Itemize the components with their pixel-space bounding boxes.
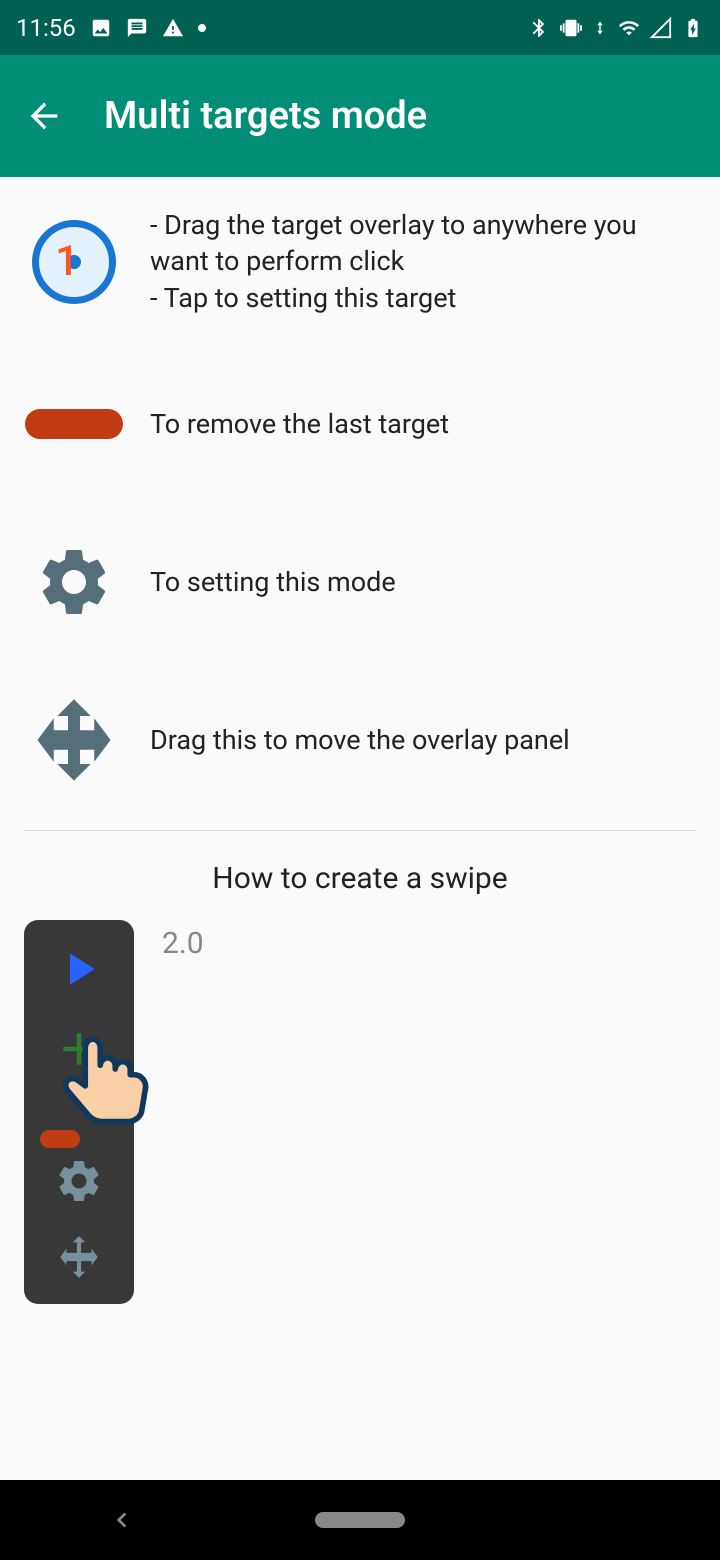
settings-description: To setting this mode	[150, 564, 396, 600]
battery-icon	[682, 17, 704, 39]
remove-row: To remove the last target	[24, 374, 696, 474]
move-description: Drag this to move the overlay panel	[150, 722, 570, 758]
data-icon	[592, 17, 608, 39]
remove-description: To remove the last target	[150, 406, 449, 442]
status-bar: 11:56	[0, 0, 720, 55]
content-area: 1 - Drag the target overlay to anywhere …	[0, 177, 720, 1334]
navigation-bar	[0, 1480, 720, 1560]
pointing-hand-icon	[44, 1024, 164, 1144]
image-icon	[90, 17, 112, 39]
move-arrows-icon	[29, 695, 119, 785]
panel-gear-icon[interactable]	[54, 1156, 104, 1206]
bluetooth-icon	[528, 17, 550, 39]
back-arrow-icon[interactable]	[24, 96, 64, 136]
panel-move-icon[interactable]	[54, 1232, 104, 1282]
status-time: 11:56	[16, 14, 76, 42]
message-icon	[126, 17, 148, 39]
target-row: 1 - Drag the target overlay to anywhere …	[24, 207, 696, 316]
warning-icon	[162, 17, 184, 39]
move-row: Drag this to move the overlay panel	[24, 690, 696, 790]
play-icon[interactable]	[52, 942, 106, 996]
vibrate-icon	[560, 17, 582, 39]
app-bar: Multi targets mode	[0, 55, 720, 177]
remove-pill-icon	[24, 374, 124, 474]
dot-icon	[198, 24, 206, 32]
wifi-icon	[618, 17, 640, 39]
overlay-panel[interactable]	[24, 920, 134, 1304]
page-title: Multi targets mode	[104, 94, 427, 138]
settings-row: To setting this mode	[24, 532, 696, 632]
target-overlay-icon: 1	[24, 212, 124, 312]
swipe-section-title: How to create a swipe	[24, 861, 696, 896]
gear-icon	[34, 542, 114, 622]
divider	[24, 830, 696, 831]
nav-home-pill[interactable]	[315, 1512, 405, 1528]
swipe-demo-area: 2.0	[24, 920, 696, 1304]
nav-back-icon[interactable]	[109, 1507, 135, 1533]
signal-icon	[650, 17, 672, 39]
target-description: - Drag the target overlay to anywhere yo…	[150, 207, 696, 316]
version-label: 2.0	[162, 926, 204, 961]
